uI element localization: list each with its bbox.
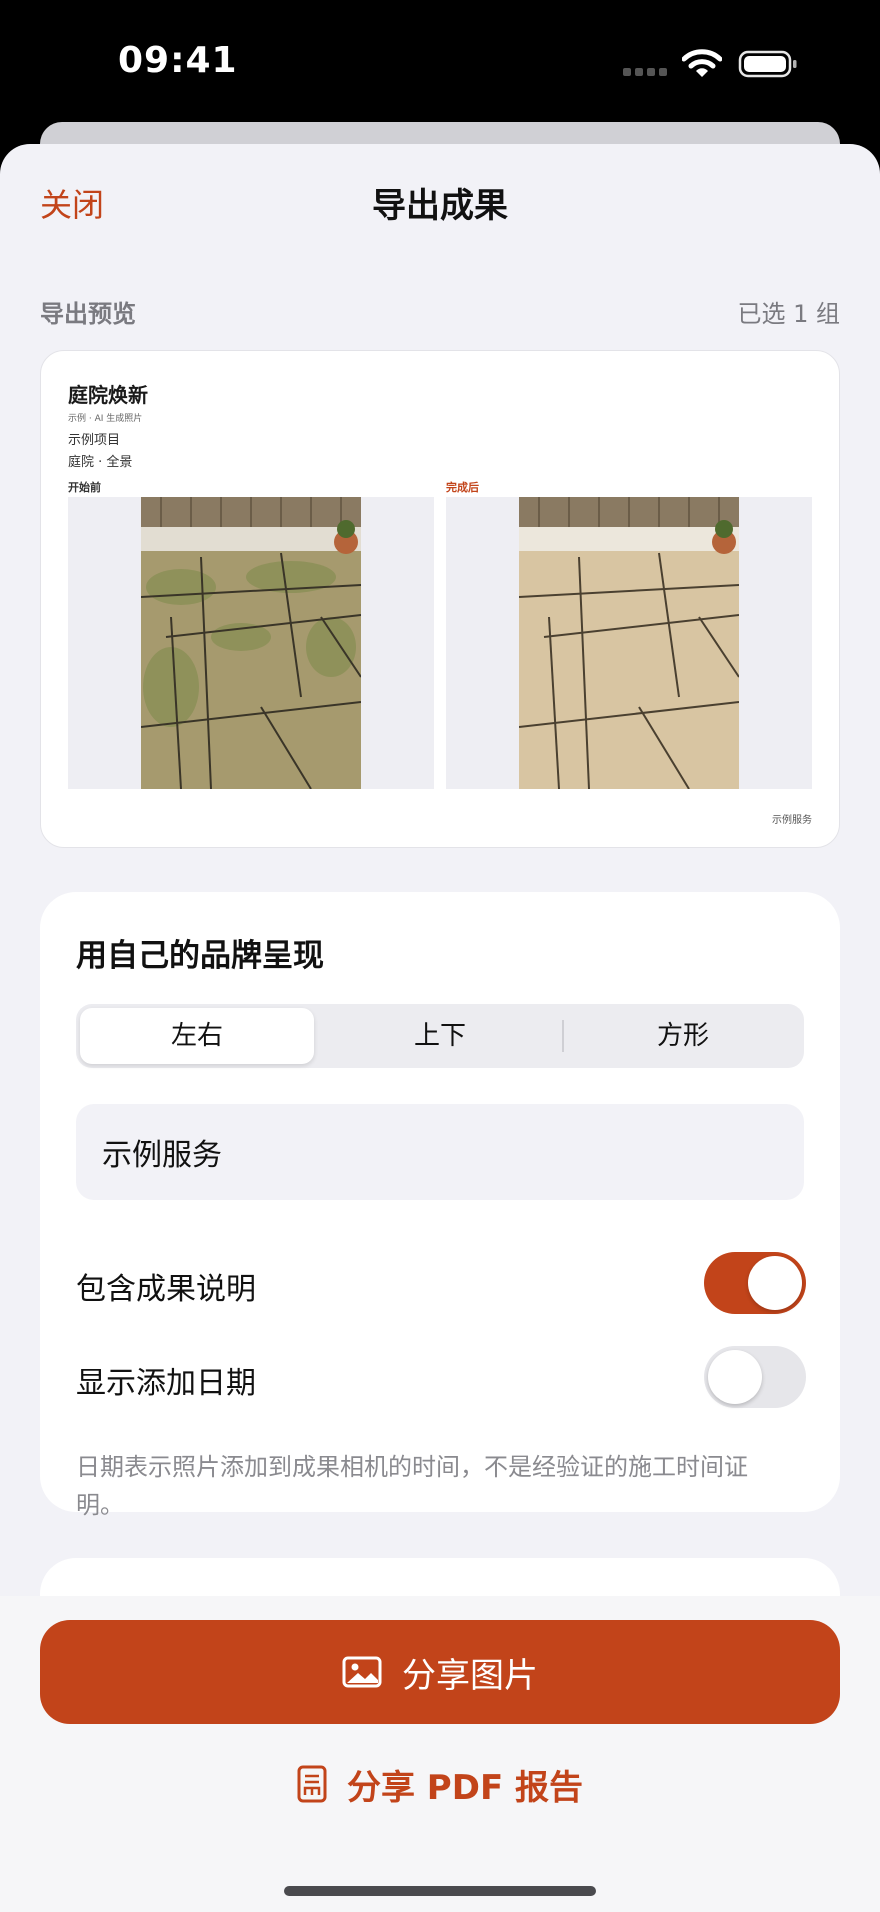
preview-title: 庭院焕新 bbox=[68, 383, 148, 407]
document-icon bbox=[297, 1765, 327, 1803]
preview-area: 庭院 · 全景 bbox=[68, 455, 133, 470]
brand-title: 用自己的品牌呈现 bbox=[76, 938, 324, 974]
battery-icon bbox=[738, 50, 797, 78]
preview-section-label: 导出预览 bbox=[40, 300, 136, 328]
date-footnote: 日期表示照片添加到成果相机的时间，不是经验证的施工时间证明。 bbox=[76, 1453, 748, 1519]
brand-settings-card: 用自己的品牌呈现 左右 上下 方形 包含成果说明 显示添加日期 日期表示照片添加… bbox=[40, 892, 840, 1519]
include-notes-label: 包含成果说明 bbox=[76, 1272, 256, 1307]
share-pdf-button[interactable]: 分享 PDF 报告 bbox=[0, 1756, 880, 1812]
show-date-label: 显示添加日期 bbox=[76, 1366, 256, 1401]
include-notes-toggle[interactable] bbox=[704, 1252, 806, 1314]
wifi-icon bbox=[682, 49, 722, 77]
before-label: 开始前 bbox=[68, 481, 101, 494]
share-pdf-label: 分享 PDF 报告 bbox=[346, 1767, 584, 1808]
share-image-label: 分享图片 bbox=[402, 1655, 538, 1696]
after-photo bbox=[519, 497, 739, 789]
before-photo-frame bbox=[68, 497, 434, 789]
business-name-field[interactable] bbox=[76, 1104, 804, 1200]
toggle-knob bbox=[708, 1350, 762, 1404]
after-photo-frame bbox=[446, 497, 812, 789]
export-preview-card: 庭院焕新 示例 · AI 生成照片 示例项目 庭院 · 全景 开始前 完成后 示… bbox=[40, 350, 840, 848]
photo-icon bbox=[342, 1656, 382, 1688]
layout-segmented-control: 左右 上下 方形 bbox=[76, 1004, 804, 1068]
cellular-signal-icon bbox=[623, 68, 669, 78]
segment-square[interactable]: 方形 bbox=[566, 1008, 800, 1064]
home-indicator[interactable] bbox=[284, 1886, 596, 1896]
segment-divider bbox=[562, 1020, 564, 1052]
before-photo bbox=[141, 497, 361, 789]
show-date-toggle[interactable] bbox=[704, 1346, 806, 1408]
page-title: 导出成果 bbox=[372, 186, 508, 226]
status-time: 09:41 bbox=[118, 40, 238, 81]
after-label: 完成后 bbox=[446, 481, 479, 494]
preview-subtitle: 示例 · AI 生成照片 bbox=[68, 414, 143, 424]
segment-side-by-side[interactable]: 左右 bbox=[80, 1008, 314, 1064]
share-image-button[interactable]: 分享图片 bbox=[40, 1620, 840, 1724]
toggle-knob bbox=[748, 1256, 802, 1310]
status-bar: 09:41 bbox=[0, 0, 880, 124]
segment-stacked[interactable]: 上下 bbox=[320, 1008, 560, 1064]
selected-count: 已选 1 组 bbox=[737, 300, 840, 328]
preview-footer: 示例服务 bbox=[772, 815, 812, 826]
preview-project: 示例项目 bbox=[68, 433, 121, 448]
